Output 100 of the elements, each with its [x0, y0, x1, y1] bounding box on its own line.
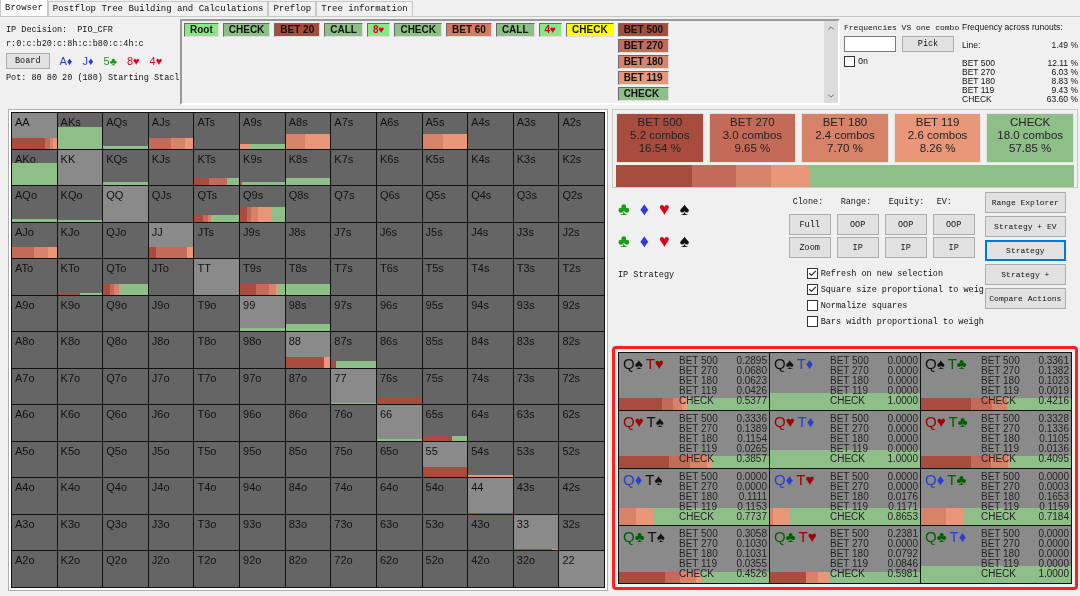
hand-cell[interactable]: 84s — [468, 332, 514, 369]
tree-node[interactable]: CALL — [495, 23, 535, 37]
hand-cell[interactable]: 75s — [422, 368, 469, 406]
hand-cell[interactable]: QJs — [148, 186, 195, 223]
hand-cell[interactable]: A8s — [285, 113, 332, 150]
hand-cell[interactable]: 42o — [468, 551, 514, 588]
pick-button[interactable]: Pick — [902, 36, 954, 52]
hand-cell[interactable]: T5o — [194, 441, 241, 479]
hand-cell[interactable]: Q3o — [103, 514, 149, 552]
hand-cell[interactable]: T4s — [468, 259, 514, 296]
hand-cell[interactable]: J4s — [468, 222, 514, 260]
hand-cell[interactable]: T9o — [194, 295, 241, 333]
hand-cell[interactable]: AQo — [12, 186, 58, 223]
tree-node[interactable]: CHECK — [617, 87, 670, 101]
hand-cell[interactable]: 44 — [468, 478, 514, 515]
hand-cell[interactable]: 87o — [285, 368, 332, 406]
hand-cell[interactable]: 22 — [559, 551, 605, 588]
hand-cell[interactable]: T9s — [240, 259, 286, 296]
hand-cell[interactable]: J7o — [148, 368, 195, 406]
hand-cell[interactable]: AA — [12, 113, 58, 150]
hand-cell[interactable]: 63s — [513, 405, 560, 442]
hand-cell[interactable]: 32o — [513, 551, 560, 588]
hand-cell[interactable]: A2s — [559, 113, 605, 150]
hand-cell[interactable]: AKo — [12, 149, 58, 187]
hand-cell[interactable]: 98s — [285, 295, 332, 333]
hand-cell[interactable]: T7o — [194, 368, 241, 406]
hand-cell[interactable]: T7s — [331, 259, 377, 296]
hand-cell[interactable]: KQo — [57, 186, 104, 223]
hand-cell[interactable]: AKs — [57, 113, 104, 150]
option-button[interactable]: Full — [788, 214, 831, 235]
hand-cell[interactable]: 77 — [331, 368, 377, 406]
hand-cell[interactable]: Q3s — [513, 186, 560, 223]
hand-cell[interactable]: JJ — [148, 222, 195, 260]
hand-cell[interactable]: A4o — [12, 478, 58, 515]
hand-cell[interactable]: 73o — [331, 514, 377, 552]
hand-cell[interactable]: J5o — [148, 441, 195, 479]
tree-node[interactable]: BET 60 — [446, 23, 492, 37]
option-button[interactable]: IP — [884, 237, 927, 258]
suit-toggle[interactable]: ♥ — [659, 232, 670, 250]
hand-cell[interactable]: A7o — [12, 368, 58, 406]
hand-cell[interactable]: Q7s — [331, 186, 377, 223]
option-button[interactable]: IP — [836, 237, 879, 258]
hand-cell[interactable]: KTo — [57, 259, 104, 296]
hand-cell[interactable]: 76o — [331, 405, 377, 442]
hand-cell[interactable]: KQs — [103, 149, 149, 187]
hand-cell[interactable]: 72s — [559, 368, 605, 406]
hand-cell[interactable]: 66 — [376, 405, 423, 442]
hand-cell[interactable]: J6o — [148, 405, 195, 442]
tree-node[interactable]: BET 119 — [617, 71, 670, 85]
hand-cell[interactable]: 64o — [376, 478, 423, 515]
hand-cell[interactable]: 54s — [468, 441, 514, 479]
option-button[interactable]: IP — [932, 237, 975, 258]
hand-cell[interactable]: ATs — [194, 113, 241, 150]
hand-cell[interactable]: J6s — [376, 222, 423, 260]
hand-cell[interactable]: 55 — [422, 441, 469, 479]
hand-cell[interactable]: A2o — [12, 551, 58, 588]
tab[interactable]: Browser — [0, 0, 48, 16]
hand-cell[interactable]: A4s — [468, 113, 514, 150]
hand-cell[interactable]: Q4o — [103, 478, 149, 515]
hand-cell[interactable]: K2s — [559, 149, 605, 187]
hand-cell[interactable]: J4o — [148, 478, 195, 515]
hand-cell[interactable]: 53o — [422, 514, 469, 552]
hand-cell[interactable]: 76s — [376, 368, 423, 406]
hand-cell[interactable]: 88 — [285, 332, 332, 369]
hand-cell[interactable]: J3s — [513, 222, 560, 260]
hand-cell[interactable]: 75o — [331, 441, 377, 479]
hand-cell[interactable]: ATo — [12, 259, 58, 296]
hand-cell[interactable]: 62o — [376, 551, 423, 588]
suit-toggle[interactable]: ♥ — [659, 200, 670, 218]
tree-node[interactable]: CHECK — [394, 23, 442, 37]
hand-cell[interactable]: Q8s — [285, 186, 332, 223]
hand-cell[interactable]: 74o — [331, 478, 377, 515]
hand-cell[interactable]: QJo — [103, 222, 149, 260]
hand-cell[interactable]: 86o — [285, 405, 332, 442]
hand-cell[interactable]: T3o — [194, 514, 241, 552]
hand-cell[interactable]: A9s — [240, 113, 286, 150]
hand-cell[interactable]: 52s — [559, 441, 605, 479]
hand-cell[interactable]: A7s — [331, 113, 377, 150]
hand-cell[interactable]: 87s — [331, 332, 377, 369]
combo-input-field[interactable] — [844, 36, 896, 52]
hand-cell[interactable]: Q2s — [559, 186, 605, 223]
hand-cell[interactable]: K4s — [468, 149, 514, 187]
hand-cell[interactable]: Q9o — [103, 295, 149, 333]
tree-node[interactable]: 8♥ — [366, 23, 391, 37]
hand-cell[interactable]: 82s — [559, 332, 605, 369]
scrollbar[interactable] — [824, 21, 838, 103]
hand-cell[interactable]: K3o — [57, 514, 104, 552]
hand-cell[interactable]: 65o — [376, 441, 423, 479]
hand-cell[interactable]: A8o — [12, 332, 58, 369]
tree-node[interactable]: Root — [184, 23, 219, 37]
hand-cell[interactable]: T3s — [513, 259, 560, 296]
hand-cell[interactable]: Q5s — [422, 186, 469, 223]
hand-cell[interactable]: Q4s — [468, 186, 514, 223]
hand-cell[interactable]: J8s — [285, 222, 332, 260]
hand-cell[interactable]: A3o — [12, 514, 58, 552]
hand-cell[interactable]: 85s — [422, 332, 469, 369]
view-button[interactable]: Strategy — [984, 240, 1066, 261]
hand-cell[interactable]: 83s — [513, 332, 560, 369]
suit-toggle[interactable]: ♦ — [639, 232, 649, 250]
option-button[interactable]: OOP — [884, 214, 927, 235]
